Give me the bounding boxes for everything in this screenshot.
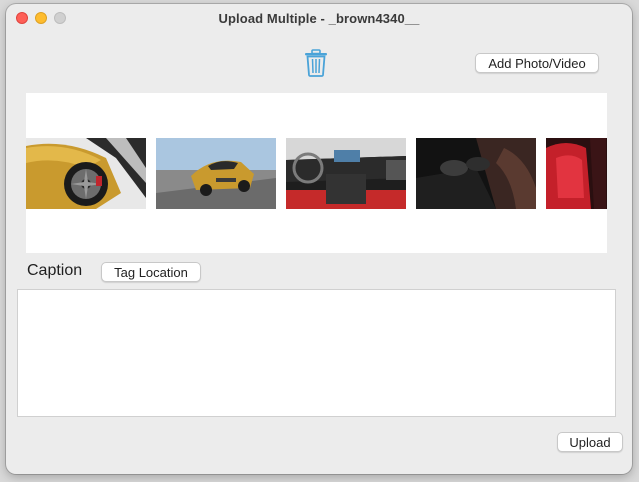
red-car-seats-photo[interactable] [546, 138, 607, 209]
car-dashboard-photo[interactable] [286, 138, 406, 209]
caption-label: Caption [27, 262, 83, 279]
upload-window: Upload Multiple - _brown4340__ Add Photo… [6, 4, 632, 474]
upload-button[interactable]: Upload [557, 432, 623, 452]
media-strip [26, 93, 607, 253]
trash-icon[interactable] [304, 49, 328, 77]
add-photo-video-button[interactable]: Add Photo/Video [475, 53, 599, 73]
title-bar: Upload Multiple - _brown4340__ [6, 4, 632, 32]
caption-input[interactable] [17, 289, 616, 417]
gold-car-road-photo[interactable] [156, 138, 276, 209]
tag-location-button[interactable]: Tag Location [101, 262, 201, 282]
car-center-console-photo[interactable] [416, 138, 536, 209]
gold-car-wheel-photo[interactable] [26, 138, 146, 209]
window-title: Upload Multiple - _brown4340__ [218, 11, 420, 26]
